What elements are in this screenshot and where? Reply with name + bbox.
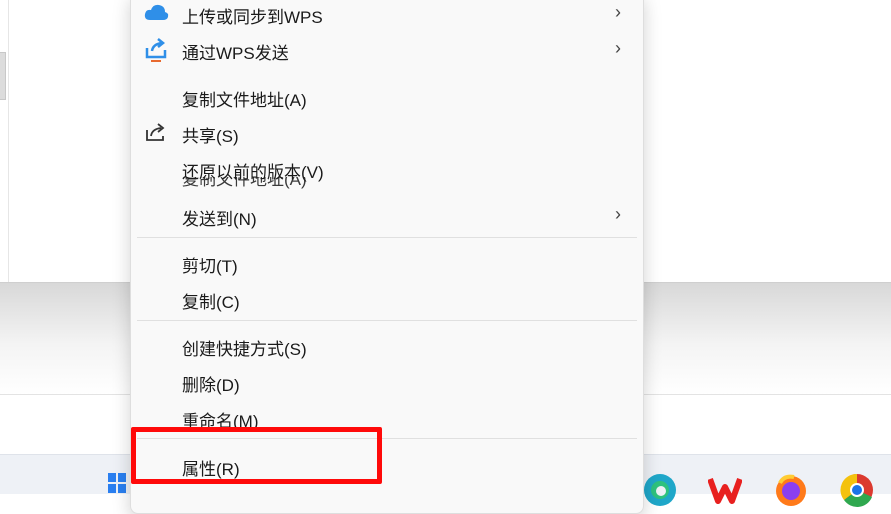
- menu-item-copy[interactable]: 复制(C): [131, 281, 643, 315]
- menu-item-label: 共享(S): [182, 127, 239, 146]
- windows-start-icon[interactable]: [108, 473, 126, 493]
- menu-separator: [137, 320, 637, 321]
- ghost-label: 复制文件地址(A): [182, 177, 307, 189]
- chevron-right-icon: ›: [615, 2, 621, 22]
- overlapping-ghost-text: 复制文件地址(A): [182, 177, 307, 189]
- cloud-icon: [143, 0, 169, 26]
- menu-item-label: 上传或同步到WPS: [182, 8, 323, 27]
- window-left-edge: [0, 0, 9, 282]
- menu-item-label: 创建快捷方式(S): [182, 340, 307, 359]
- menu-item-label: 发送到(N): [182, 210, 257, 229]
- chrome-icon[interactable]: [840, 473, 873, 507]
- menu-item-delete[interactable]: 删除(D): [131, 364, 643, 398]
- menu-separator: [137, 237, 637, 238]
- menu-item-create-shortcut[interactable]: 创建快捷方式(S): [131, 328, 643, 362]
- menu-item-cut[interactable]: 剪切(T): [131, 245, 643, 279]
- menu-item-copy-path[interactable]: 复制文件地址(A): [131, 79, 643, 113]
- menu-item-label: 剪切(T): [182, 257, 238, 276]
- share-icon: [143, 119, 169, 145]
- menu-item-send-to[interactable]: 发送到(N) ›: [131, 198, 643, 232]
- menu-item-share[interactable]: 共享(S): [131, 115, 643, 149]
- highlight-box: [131, 427, 382, 484]
- chevron-right-icon: ›: [615, 38, 621, 58]
- wps-office-icon[interactable]: [707, 473, 743, 505]
- menu-item-label: 删除(D): [182, 376, 240, 395]
- send-share-icon: [143, 36, 169, 62]
- menu-item-upload-wps[interactable]: 上传或同步到WPS ›: [131, 0, 643, 30]
- firefox-icon[interactable]: [774, 473, 806, 506]
- menu-item-send-via-wps[interactable]: 通过WPS发送 ›: [131, 32, 643, 66]
- chevron-right-icon: ›: [615, 204, 621, 224]
- menu-item-label: 复制(C): [182, 293, 240, 312]
- menu-item-label: 通过WPS发送: [182, 44, 289, 63]
- menu-item-label: 复制文件地址(A): [182, 91, 307, 110]
- edge-browser-icon[interactable]: [643, 473, 676, 506]
- scrollbar-thumb[interactable]: [0, 52, 6, 100]
